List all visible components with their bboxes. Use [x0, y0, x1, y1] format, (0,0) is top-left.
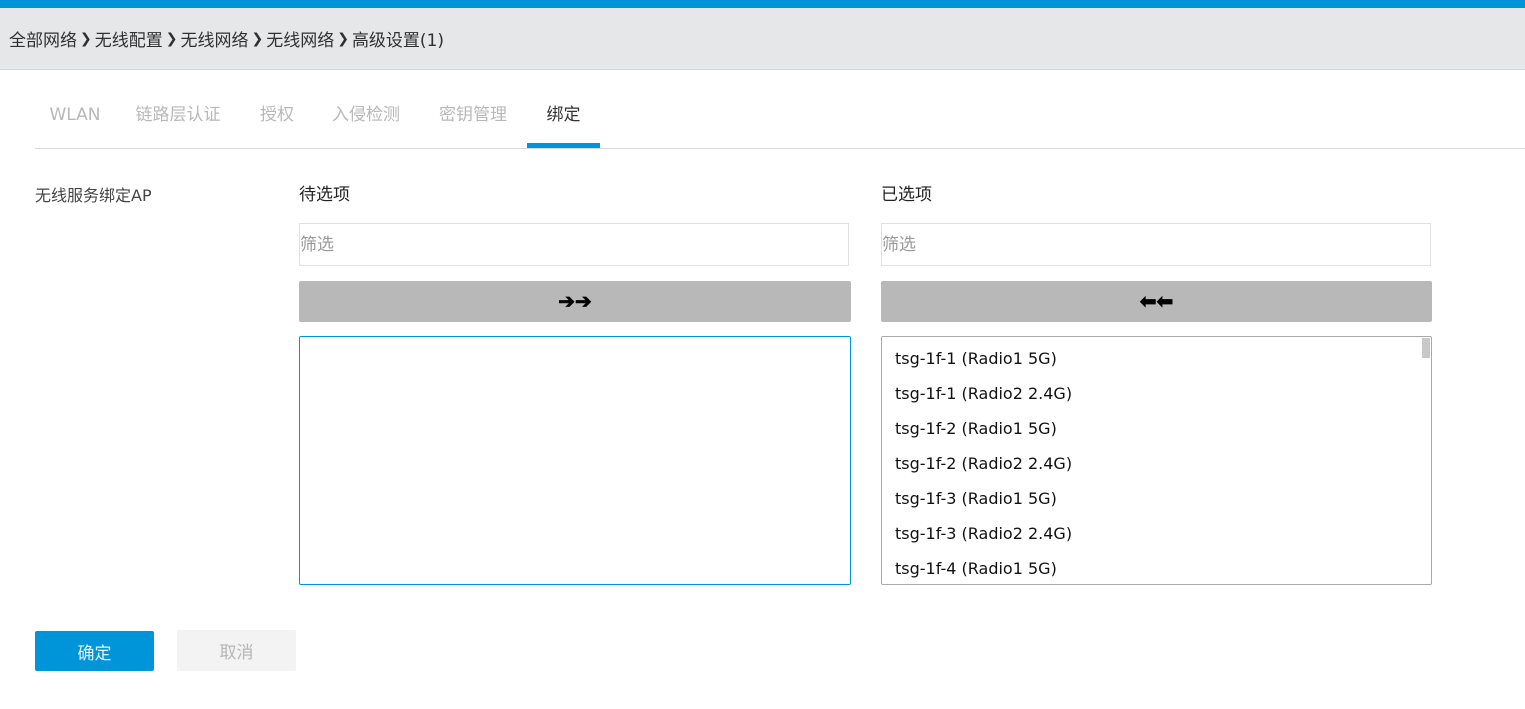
move-left-button[interactable]: ⬅⬅ — [881, 281, 1432, 322]
chevron-right-icon: ❯ — [251, 30, 264, 47]
top-accent-bar — [0, 0, 1525, 8]
list-item[interactable]: tsg-1f-3 (Radio2 2.4G) — [895, 516, 1419, 551]
tab-intrusion-detection[interactable]: 入侵检测 — [321, 88, 411, 147]
cancel-button[interactable]: 取消 — [177, 630, 296, 671]
breadcrumb-item-advanced-settings: 高级设置(1) — [351, 31, 445, 51]
chevron-right-icon: ❯ — [165, 30, 178, 47]
breadcrumb-item-all-networks[interactable]: 全部网络 — [9, 26, 77, 51]
available-title: 待选项 — [299, 185, 350, 205]
tab-link-auth[interactable]: 链路层认证 — [123, 88, 233, 147]
list-item[interactable]: tsg-1f-2 (Radio1 5G) — [895, 411, 1419, 446]
list-item[interactable]: tsg-1f-1 (Radio2 2.4G) — [895, 376, 1419, 411]
tab-authorization[interactable]: 授权 — [247, 88, 307, 147]
scrollbar-thumb[interactable] — [1422, 338, 1430, 358]
list-item[interactable]: tsg-1f-2 (Radio2 2.4G) — [895, 446, 1419, 481]
chevron-right-icon: ❯ — [80, 30, 92, 47]
breadcrumb-item-wireless-network-2[interactable]: 无线网络 — [266, 26, 334, 51]
list-item[interactable]: tsg-1f-1 (Radio1 5G) — [895, 341, 1419, 376]
tab-binding[interactable]: 绑定 — [527, 88, 600, 148]
settings-tabs: WLAN 链路层认证 授权 入侵检测 密钥管理 绑定 — [35, 88, 1525, 149]
breadcrumb-item-wireless-network[interactable]: 无线网络 — [180, 26, 248, 51]
chevron-right-icon: ❯ — [337, 30, 349, 47]
available-filter-input[interactable] — [299, 223, 849, 266]
ok-button[interactable]: 确定 — [35, 631, 154, 671]
double-arrow-left-icon: ⬅⬅ — [1139, 291, 1174, 313]
double-arrow-right-icon: ➔➔ — [558, 291, 592, 313]
selected-filter-input[interactable] — [881, 223, 1431, 266]
move-right-button[interactable]: ➔➔ — [299, 281, 851, 322]
list-item[interactable]: tsg-1f-4 (Radio1 5G) — [895, 551, 1419, 584]
selected-listbox[interactable]: tsg-1f-1 (Radio1 5G) tsg-1f-1 (Radio2 2.… — [881, 336, 1432, 585]
field-label-bind-ap: 无线服务绑定AP — [35, 186, 152, 205]
available-listbox[interactable] — [299, 336, 851, 585]
tab-key-management[interactable]: 密钥管理 — [428, 88, 518, 147]
list-item[interactable]: tsg-1f-3 (Radio1 5G) — [895, 481, 1419, 516]
breadcrumb-item-wireless-config[interactable]: 无线配置 — [95, 26, 163, 51]
selected-title: 已选项 — [881, 185, 932, 205]
selected-items: tsg-1f-1 (Radio1 5G) tsg-1f-1 (Radio2 2.… — [895, 341, 1419, 584]
tab-wlan[interactable]: WLAN — [35, 88, 115, 147]
breadcrumb-bar: 全部网络 ❯ 无线配置 ❯ 无线网络 ❯ 无线网络 ❯ 高级设置(1) — [0, 8, 1525, 70]
breadcrumb: 全部网络 ❯ 无线配置 ❯ 无线网络 ❯ 无线网络 ❯ 高级设置(1) — [9, 8, 444, 69]
